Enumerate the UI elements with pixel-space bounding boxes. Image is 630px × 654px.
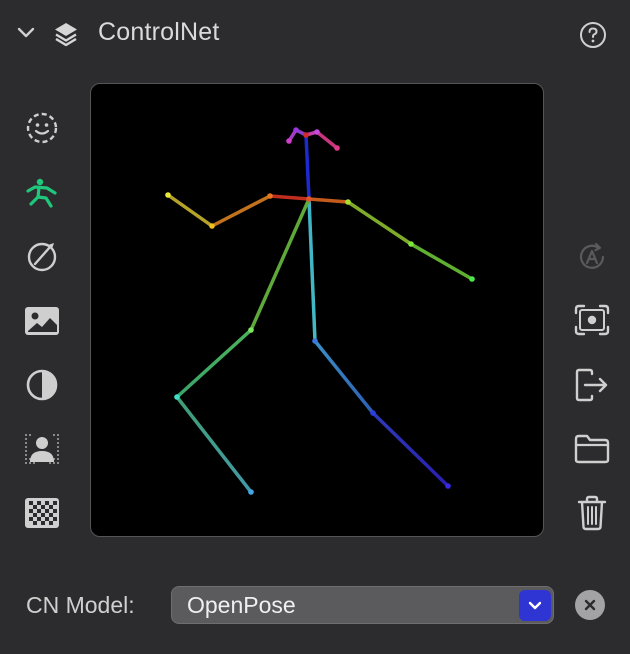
keypoint-left-elbow[interactable]: [408, 241, 414, 247]
skeleton-bone-neck-nose: [304, 134, 311, 200]
keypoint-neck[interactable]: [306, 196, 312, 202]
pose-canvas[interactable]: [90, 83, 544, 537]
keypoint-left-ear[interactable]: [334, 145, 340, 151]
contrast-tool-icon[interactable]: [24, 367, 60, 403]
keypoint-right-elbow[interactable]: [209, 223, 215, 229]
clear-model-button[interactable]: [575, 590, 605, 620]
skeleton-bone-lshoulder-lelbow: [347, 200, 412, 246]
pose-skeleton: [165, 127, 475, 495]
chevron-down-icon[interactable]: [519, 590, 551, 621]
person-depth-tool-icon[interactable]: [24, 431, 60, 467]
keypoint-left-eye[interactable]: [314, 129, 320, 135]
keypoint-right-knee[interactable]: [370, 410, 376, 416]
skeleton-bone-neck-lshoulder: [308, 197, 349, 204]
trash-icon[interactable]: [575, 495, 609, 531]
keypoint-left-hip[interactable]: [248, 327, 254, 333]
keypoint-right-ear[interactable]: [286, 138, 292, 144]
image-tool-icon[interactable]: [24, 303, 60, 339]
close-icon: [584, 599, 596, 611]
export-icon[interactable]: [574, 368, 610, 402]
skeleton-bone-neck-rhip: [307, 198, 317, 342]
checkerboard-tool-icon[interactable]: [24, 495, 60, 531]
keypoint-right-ankle[interactable]: [445, 483, 451, 489]
keypoint-left-knee[interactable]: [174, 394, 180, 400]
help-icon[interactable]: [578, 20, 608, 50]
skeleton-bone-leye-lear: [315, 130, 339, 150]
skeleton-bone-rknee-rankle: [371, 411, 450, 488]
skeleton-bone-rhip-rknee: [313, 339, 375, 415]
capture-frame-icon[interactable]: [574, 303, 610, 337]
keypoint-left-ankle[interactable]: [248, 489, 254, 495]
skeleton-bone-rshoulder-relbow: [211, 194, 271, 228]
pose-tool-icon[interactable]: [24, 175, 60, 211]
layers-icon: [51, 19, 81, 49]
skeleton-bone-lknee-lankle: [175, 395, 253, 494]
skeleton-bone-lelbow-lwrist: [410, 242, 473, 281]
keypoint-right-eye[interactable]: [293, 127, 299, 133]
face-tool-icon[interactable]: [24, 110, 60, 146]
keypoint-right-shoulder[interactable]: [267, 193, 273, 199]
keypoint-right-hip[interactable]: [312, 338, 318, 344]
collapse-chevron-icon[interactable]: [15, 22, 37, 44]
keypoint-left-shoulder[interactable]: [345, 199, 351, 205]
keypoint-left-wrist[interactable]: [469, 276, 475, 282]
scribble-tool-icon[interactable]: [24, 238, 60, 274]
cn-model-value: OpenPose: [187, 592, 296, 618]
panel-title: ControlNet: [98, 18, 220, 46]
auto-annotate-icon: [575, 240, 609, 274]
skeleton-bone-relbow-rwrist: [166, 193, 214, 228]
keypoint-nose[interactable]: [303, 132, 309, 138]
folder-icon[interactable]: [574, 432, 610, 466]
keypoint-right-wrist[interactable]: [165, 192, 171, 198]
skeleton-bone-neck-rshoulder: [269, 194, 310, 201]
cn-model-select[interactable]: OpenPose: [171, 586, 554, 624]
skeleton-bone-neck-lhip: [249, 198, 311, 331]
cn-model-label: CN Model:: [26, 592, 135, 618]
skeleton-bone-lhip-lknee: [175, 328, 253, 399]
